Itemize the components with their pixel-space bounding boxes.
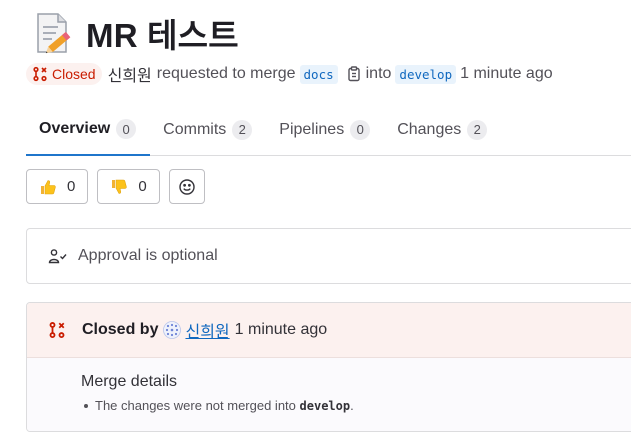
merge-details-title: Merge details — [81, 373, 178, 390]
into-text: into — [365, 65, 392, 82]
closed-time: 1 minute ago — [234, 321, 328, 338]
tab-overview[interactable]: Overview 0 — [26, 104, 151, 156]
tab-label: Changes — [397, 120, 462, 138]
closed-by-user-link[interactable]: 신희원 — [185, 318, 229, 342]
tab-pipelines[interactable]: Pipelines 0 — [266, 104, 384, 155]
avatar[interactable] — [163, 321, 182, 339]
approval-icon — [48, 249, 67, 264]
details-prefix: The changes were not merged into — [95, 398, 296, 413]
details-suffix: . — [350, 398, 354, 413]
mr-tabs: Overview 0 Commits 2 Pipelines 0 Changes… — [26, 104, 631, 156]
tab-commits[interactable]: Commits 2 — [150, 104, 266, 155]
thumbs-down-count: 0 — [138, 178, 147, 195]
source-branch[interactable]: docs — [299, 64, 338, 84]
target-branch[interactable]: develop — [395, 64, 457, 84]
memo-icon — [34, 12, 74, 54]
tab-count: 2 — [232, 119, 253, 140]
add-reaction-button[interactable] — [168, 169, 205, 204]
thumbs-up-icon — [39, 178, 57, 196]
approval-text: Approval is optional — [78, 247, 218, 264]
closed-state-header: Closed by 신희원 1 minute ago — [27, 303, 631, 358]
tab-label: Pipelines — [279, 120, 345, 138]
status-label: Closed — [52, 66, 96, 82]
thumbs-up-button[interactable]: 0 — [26, 169, 89, 204]
tab-count: 2 — [467, 119, 488, 140]
approval-widget: Approval is optional — [26, 228, 631, 284]
closed-state-widget: Closed by 신희원 1 minute ago Merge details… — [26, 302, 631, 432]
tab-label: Overview — [39, 120, 111, 137]
tab-count: 0 — [350, 119, 371, 140]
copy-branch-icon[interactable] — [346, 66, 362, 82]
created-time: 1 minute ago — [460, 65, 553, 82]
thumbs-up-count: 0 — [67, 178, 76, 195]
requested-text: requested to merge — [156, 65, 296, 82]
merge-request-closed-icon — [48, 321, 66, 339]
page-title: MR 테스트 — [86, 17, 239, 54]
tab-count: 0 — [116, 119, 137, 139]
thumbs-down-button[interactable]: 0 — [97, 169, 160, 204]
details-branch: develop — [299, 399, 351, 413]
closed-by-label: Closed by — [82, 321, 159, 338]
mr-title-row: MR 테스트 — [34, 10, 239, 56]
mr-meta-row: Closed 신희원 requested to merge docs into … — [26, 62, 553, 86]
tab-changes[interactable]: Changes 2 — [384, 104, 501, 155]
tab-label: Commits — [163, 120, 227, 138]
merge-details-list: The changes were not merged into develop… — [81, 398, 631, 413]
award-emoji-bar: 0 0 — [26, 169, 205, 204]
thumbs-down-icon — [110, 178, 128, 196]
merge-request-closed-icon — [33, 66, 47, 82]
smiley-icon — [178, 178, 195, 195]
merge-details-item: The changes were not merged into develop… — [81, 398, 631, 413]
merge-details: Merge details The changes were not merge… — [27, 358, 631, 431]
status-badge: Closed — [26, 63, 102, 85]
author-name[interactable]: 신희원 — [108, 62, 152, 86]
